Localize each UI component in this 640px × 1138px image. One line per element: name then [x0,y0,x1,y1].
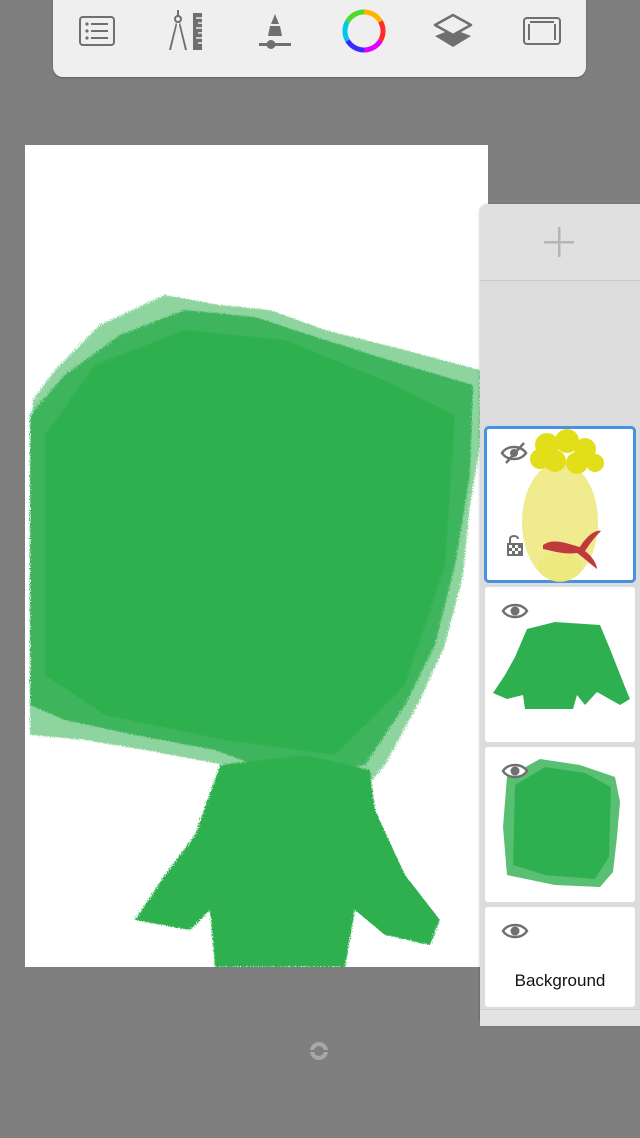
eye-visible-icon[interactable] [501,761,529,781]
green-block-stroke [30,295,480,800]
green-shirt-stroke [135,755,440,967]
sync-icon [309,1042,329,1060]
layers-panel: Background [480,204,640,1026]
layer-item-background[interactable]: Background [485,907,635,1007]
layer-name: Background [514,971,606,990]
guides-compass-ruler-icon [169,10,202,50]
layer-item-shirt[interactable] [485,587,635,742]
drawing-canvas[interactable] [25,145,488,967]
sync-button[interactable] [307,1039,331,1063]
guides-button[interactable] [161,8,209,54]
brush-properties-button[interactable] [251,8,299,54]
top-toolbar [53,0,586,77]
fullscreen-frame-icon [523,17,561,45]
layer-item-block[interactable] [485,747,635,902]
menu-list-icon [79,16,115,46]
canvas-view-button[interactable] [518,8,566,54]
eye-visible-icon[interactable] [501,921,529,941]
unlock-alpha-icon[interactable] [505,533,525,557]
canvas-artwork [30,295,480,967]
brush-properties-icon [259,14,291,49]
panel-bottom-edge [480,1009,640,1026]
menu-button[interactable] [73,8,121,54]
layers-icon [433,13,473,47]
plus-icon [544,227,574,257]
eye-visible-icon[interactable] [501,601,529,621]
layer-item-bouquet[interactable] [484,426,636,583]
eye-hidden-icon[interactable] [499,441,529,465]
layers-button[interactable] [429,8,477,54]
color-button[interactable] [340,8,388,54]
color-wheel-icon [342,9,386,53]
add-layer-button[interactable] [480,204,640,281]
